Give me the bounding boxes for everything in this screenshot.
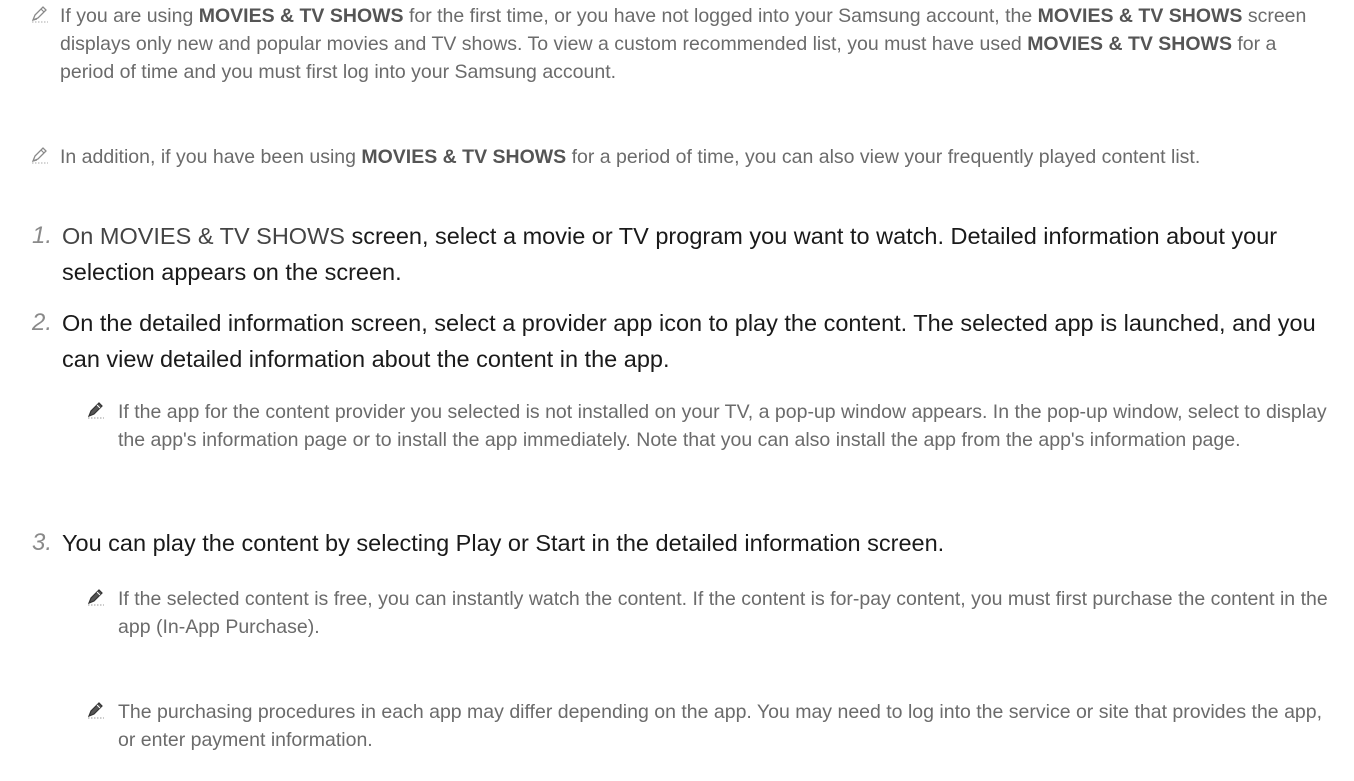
- note-free-content: If the selected content is free, you can…: [86, 585, 1336, 641]
- note-text: In addition, if you have been using MOVI…: [60, 146, 1201, 168]
- pencil-icon: [87, 702, 104, 719]
- note-text: If the selected content is free, you can…: [118, 588, 1328, 638]
- step-1: 1. On MOVIES & TV SHOWS screen, select a…: [28, 218, 1338, 290]
- step-3: 3. You can play the content by selecting…: [28, 525, 1338, 561]
- note-first-time: If you are using MOVIES & TV SHOWS for t…: [30, 2, 1330, 86]
- pencil-icon: [31, 147, 48, 164]
- step-2: 2. On the detailed information screen, s…: [28, 305, 1338, 377]
- pencil-icon: [31, 6, 48, 23]
- pencil-icon: [87, 589, 104, 606]
- step-text: On MOVIES & TV SHOWS screen, select a mo…: [62, 223, 1278, 285]
- step-text: You can play the content by selecting Pl…: [62, 530, 945, 556]
- pencil-icon: [87, 402, 104, 419]
- note-frequently-played: In addition, if you have been using MOVI…: [30, 143, 1330, 171]
- manual-page: If you are using MOVIES & TV SHOWS for t…: [0, 0, 1354, 781]
- note-text: The purchasing procedures in each app ma…: [118, 701, 1323, 751]
- step-number: 1.: [32, 222, 53, 249]
- step-text: On the detailed information screen, sele…: [62, 310, 1316, 372]
- step-number: 2.: [32, 309, 53, 336]
- note-app-not-installed: If the app for the content provider you …: [86, 398, 1336, 454]
- note-purchasing-procedures: The purchasing procedures in each app ma…: [86, 698, 1336, 754]
- step-number: 3.: [32, 529, 53, 556]
- note-text: If you are using MOVIES & TV SHOWS for t…: [60, 5, 1307, 83]
- note-text: If the app for the content provider you …: [118, 401, 1327, 451]
